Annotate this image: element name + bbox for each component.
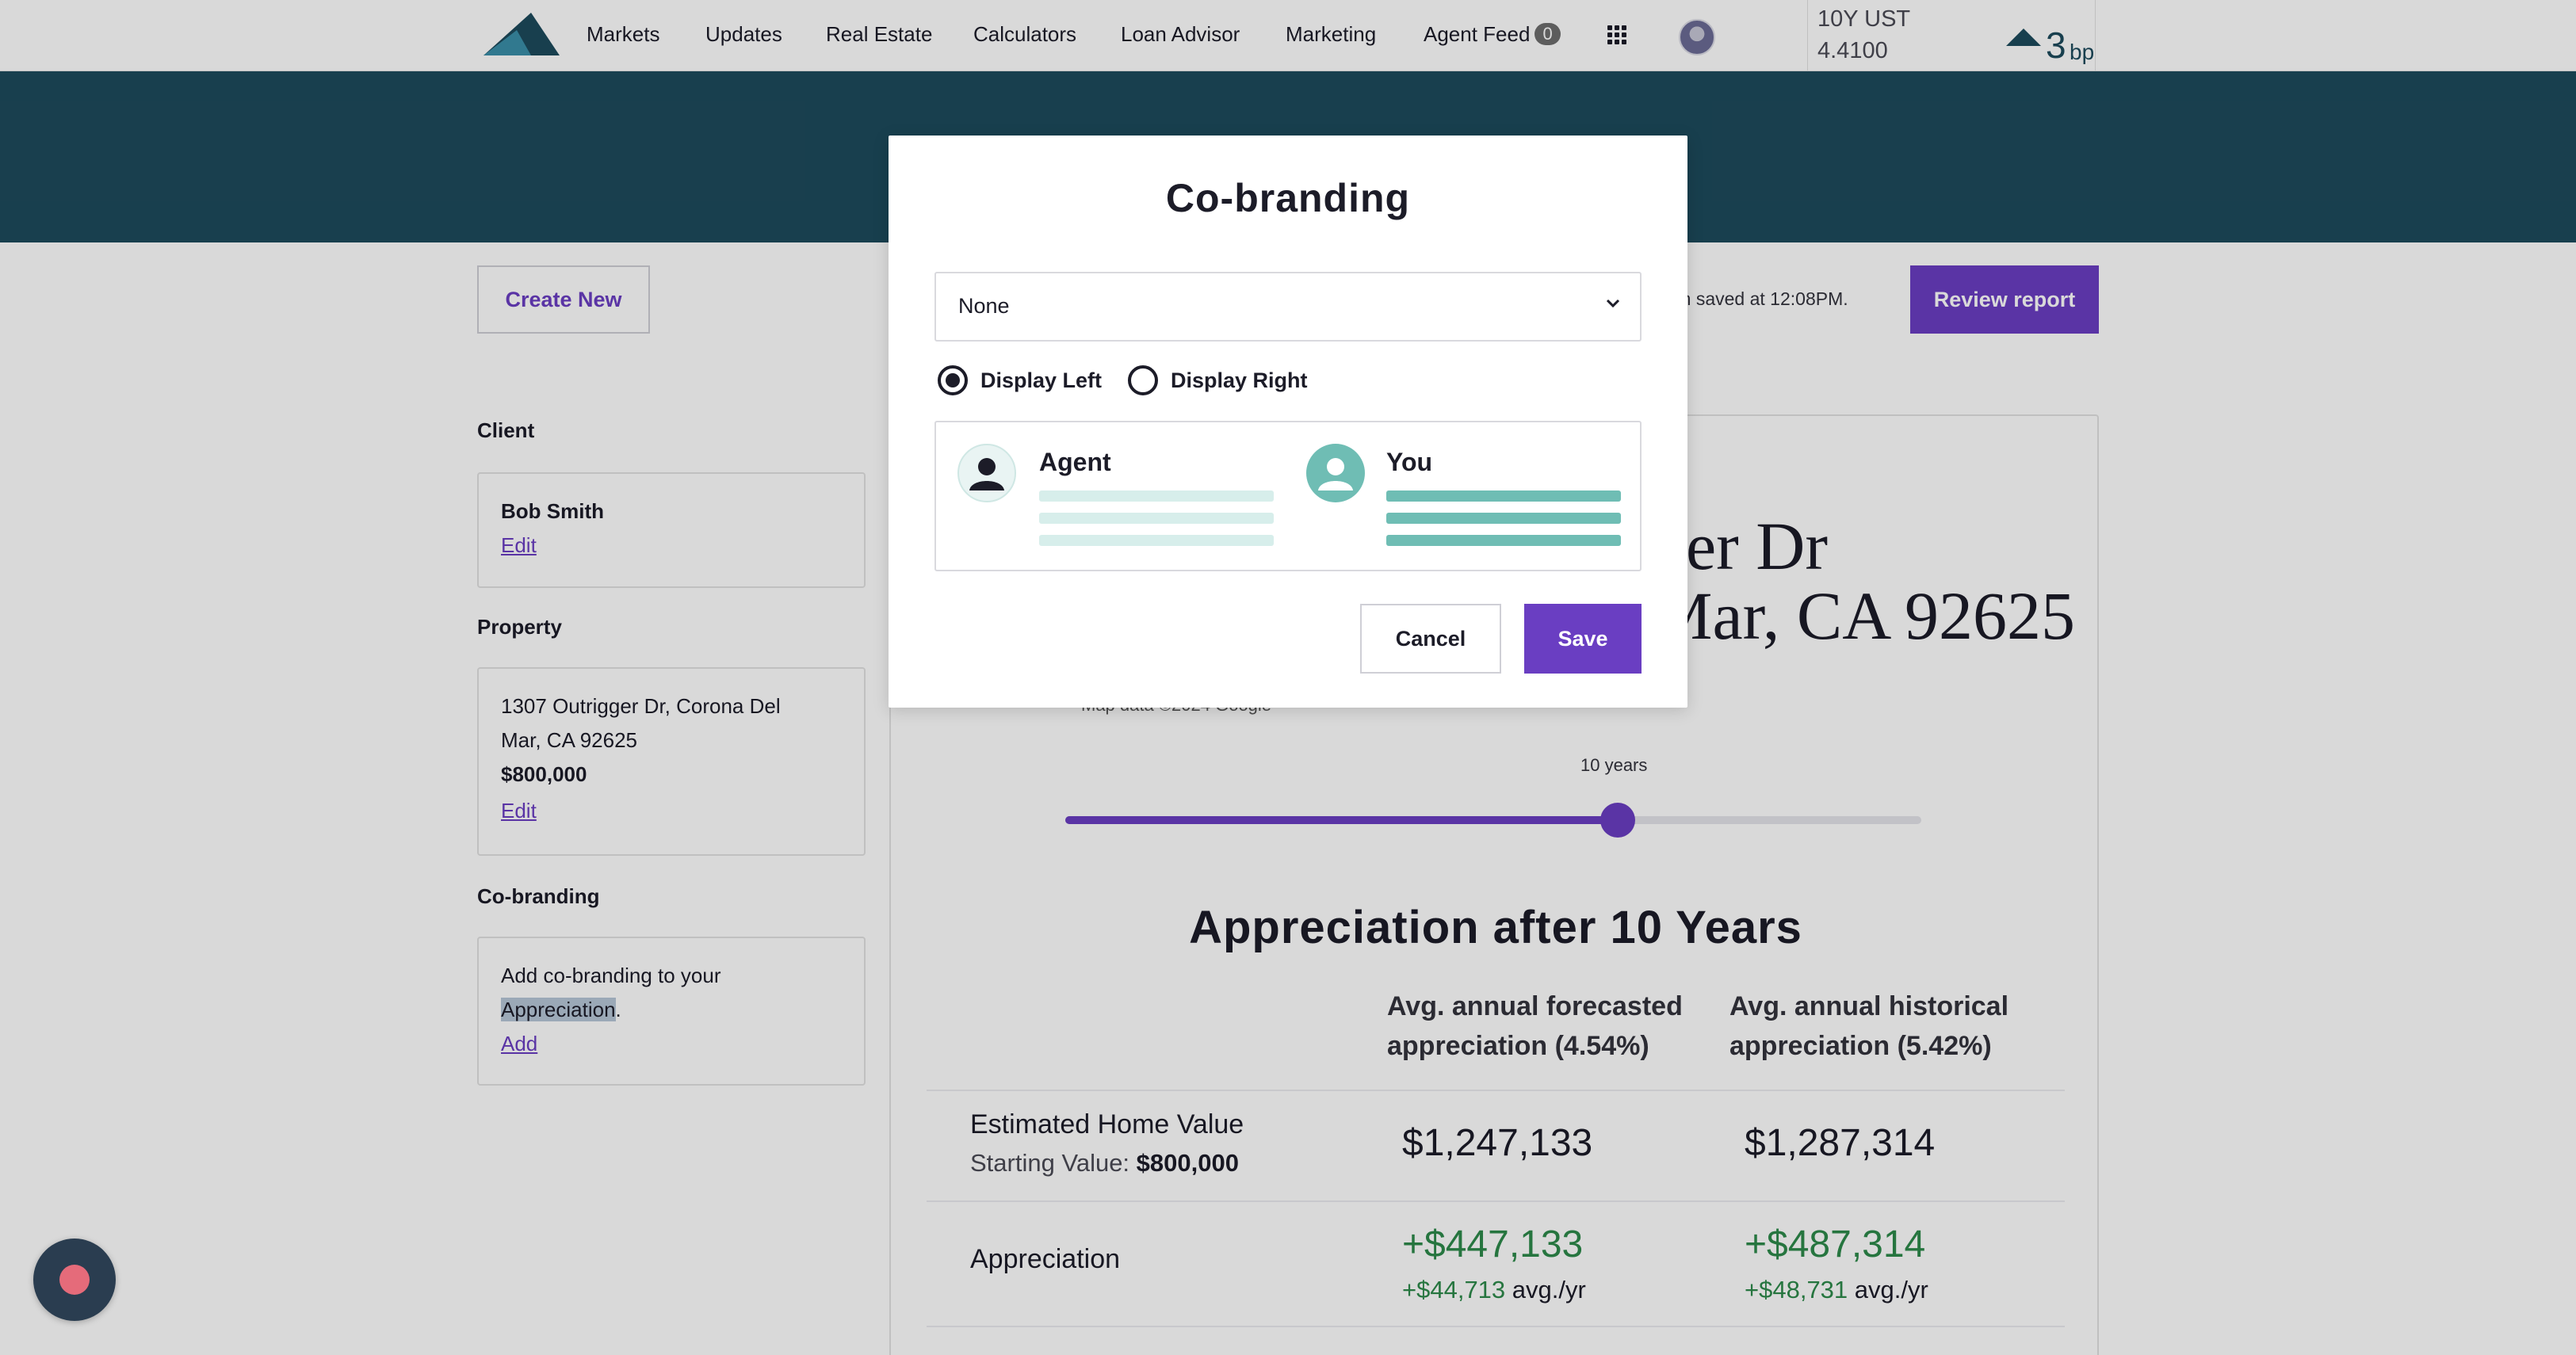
agent-avatar-icon [957, 444, 1016, 502]
chat-launcher-button[interactable] [33, 1239, 116, 1321]
you-placeholder-line [1386, 490, 1621, 502]
cobranding-modal: Co-branding None Display Left Display Ri… [889, 136, 1687, 708]
display-right-radio-dot[interactable] [1128, 365, 1158, 395]
display-left-radio-dot[interactable] [938, 365, 968, 395]
display-left-label: Display Left [980, 368, 1103, 392]
you-avatar-icon [1306, 444, 1365, 502]
display-right-radio[interactable]: Display Right [1128, 365, 1308, 395]
agent-placeholder-line [1039, 513, 1274, 524]
chevron-down-icon [1606, 299, 1620, 308]
cobranding-select[interactable]: None [934, 272, 1642, 342]
agent-placeholder-line [1039, 535, 1274, 546]
cobranding-select-value: None [958, 294, 1010, 318]
display-right-label: Display Right [1171, 368, 1308, 392]
save-button[interactable]: Save [1524, 604, 1642, 674]
cancel-button[interactable]: Cancel [1360, 604, 1501, 674]
chat-icon [59, 1265, 90, 1295]
cobranding-preview: Agent You [934, 421, 1642, 571]
you-placeholder-line [1386, 513, 1621, 524]
preview-you-name: You [1386, 448, 1433, 476]
display-left-radio[interactable]: Display Left [938, 365, 1102, 395]
you-placeholder-line [1386, 535, 1621, 546]
agent-placeholder-line [1039, 490, 1274, 502]
modal-title: Co-branding [1165, 176, 1411, 220]
preview-agent-name: Agent [1039, 448, 1111, 476]
